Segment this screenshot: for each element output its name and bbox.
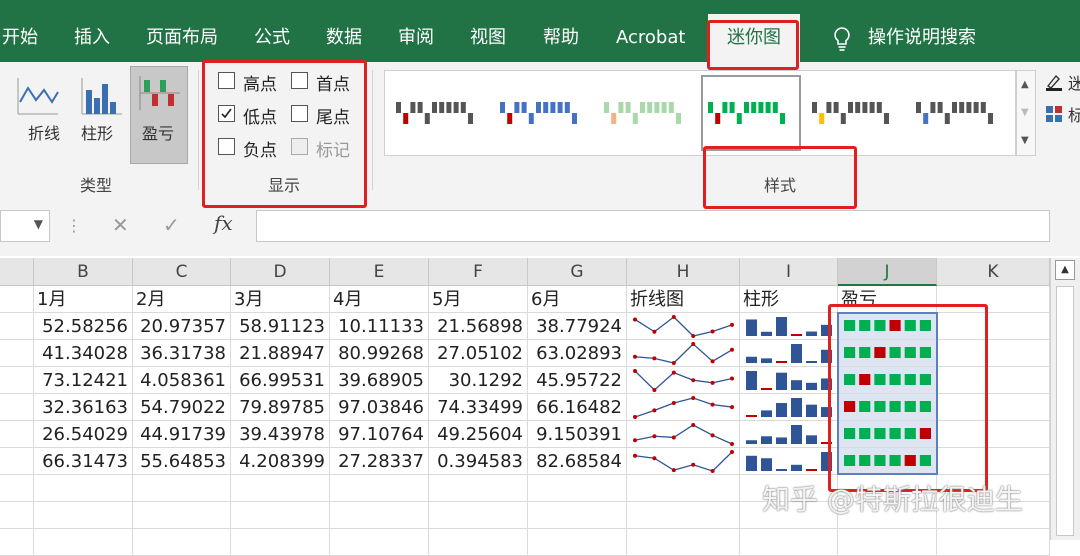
- line-sparkline: [634, 451, 733, 472]
- column-sparkline-bar: [791, 344, 802, 363]
- highlight-style-group: [703, 146, 857, 209]
- column-sparkline-bar: [746, 371, 757, 390]
- column-sparkline-bar: [806, 361, 817, 363]
- line-sparkline-marker: [691, 342, 696, 346]
- line-sparkline-marker: [691, 396, 696, 400]
- line-sparkline-marker: [730, 450, 734, 454]
- line-sparkline-marker: [730, 376, 734, 381]
- line-sparkline-marker: [671, 468, 676, 473]
- line-sparkline-marker: [730, 322, 734, 327]
- line-sparkline-marker: [730, 405, 734, 410]
- vertical-scrollbar[interactable]: ▲: [1050, 258, 1080, 540]
- line-sparkline-marker: [691, 378, 696, 383]
- line-sparkline: [634, 397, 733, 418]
- line-sparkline-marker: [710, 402, 715, 407]
- line-sparkline-marker: [652, 388, 657, 392]
- column-sparkline-bar: [806, 404, 817, 417]
- line-sparkline-marker: [652, 329, 657, 334]
- line-sparkline-marker: [691, 423, 696, 427]
- column-sparkline-bar: [761, 458, 772, 471]
- line-sparkline-marker: [652, 356, 657, 361]
- line-sparkline: [634, 316, 733, 337]
- highlight-sparkline-tab: [707, 20, 799, 70]
- line-sparkline-marker: [691, 334, 696, 338]
- line-sparkline-marker: [710, 329, 715, 334]
- highlight-show-group: [202, 60, 367, 208]
- column-sparkline-bar: [761, 331, 772, 336]
- column-sparkline-bar: [761, 436, 772, 444]
- column-sparkline-bar: [746, 455, 757, 471]
- column-sparkline-bar: [776, 469, 787, 471]
- line-sparkline: [634, 343, 733, 364]
- column-sparkline-bar: [776, 361, 787, 363]
- line-sparkline-marker: [671, 435, 676, 440]
- column-sparkline-bar: [746, 319, 757, 336]
- watermark: 知乎 @特斯拉很迪生: [762, 483, 1023, 516]
- line-sparkline-marker: [710, 469, 715, 473]
- column-sparkline-bar: [776, 437, 787, 444]
- highlight-winloss-column: [828, 304, 988, 492]
- column-sparkline-bar: [791, 334, 802, 336]
- column-sparkline-bar: [791, 425, 802, 444]
- line-sparkline-marker: [671, 315, 676, 319]
- column-sparkline-bar: [761, 388, 772, 390]
- column-sparkline-bar: [806, 382, 817, 390]
- line-sparkline-marker: [652, 434, 657, 439]
- line-sparkline-marker: [730, 442, 734, 446]
- line-sparkline-marker: [652, 408, 657, 413]
- column-sparkline-bar: [776, 372, 787, 390]
- column-sparkline-bar: [806, 331, 817, 336]
- column-sparkline-bar: [761, 410, 772, 417]
- line-sparkline-marker: [691, 462, 696, 467]
- line-sparkline: [634, 424, 733, 445]
- column-sparkline-bar: [776, 317, 787, 336]
- line-sparkline-marker: [633, 354, 637, 359]
- column-sparkline-bar: [746, 415, 757, 417]
- column-sparkline-bar: [761, 358, 772, 363]
- line-sparkline: [634, 370, 733, 391]
- line-sparkline-marker: [710, 359, 715, 364]
- line-sparkline-marker: [633, 317, 637, 322]
- line-sparkline-marker: [671, 361, 676, 365]
- line-sparkline-marker: [710, 380, 715, 385]
- column-sparkline-bar: [791, 380, 802, 390]
- sparkline-color-label: 迷: [1068, 74, 1080, 93]
- line-sparkline-marker: [633, 453, 637, 458]
- line-sparkline-marker: [633, 415, 637, 419]
- column-sparkline-bar: [806, 469, 817, 471]
- scroll-thumb[interactable]: [1056, 286, 1074, 536]
- line-sparkline-marker: [633, 369, 637, 373]
- scroll-up-icon[interactable]: ▲: [1055, 260, 1075, 280]
- line-sparkline-marker: [652, 456, 657, 461]
- column-sparkline-bar: [776, 403, 787, 417]
- marker-color-label: 标: [1068, 106, 1080, 125]
- column-sparkline-bar: [746, 440, 757, 444]
- line-sparkline-marker: [633, 438, 637, 443]
- line-sparkline-marker: [671, 370, 676, 375]
- column-sparkline-bar: [791, 398, 802, 417]
- line-sparkline-marker: [710, 433, 715, 438]
- line-sparkline-marker: [730, 347, 734, 352]
- column-sparkline-bar: [806, 435, 817, 444]
- line-sparkline-marker: [671, 401, 676, 406]
- column-sparkline-bar: [791, 464, 802, 471]
- column-sparkline-bar: [746, 356, 757, 363]
